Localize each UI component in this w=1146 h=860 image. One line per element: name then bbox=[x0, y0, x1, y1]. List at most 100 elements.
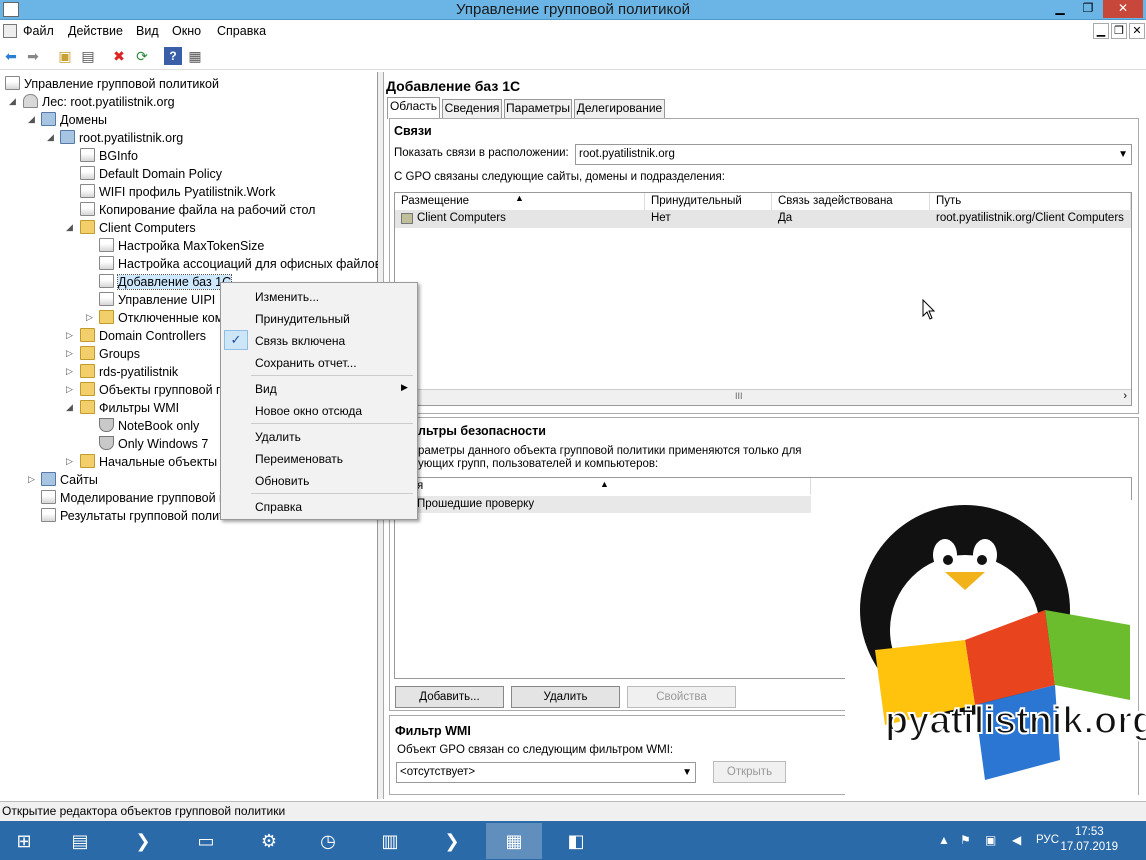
expand-arrow-icon[interactable]: ▷ bbox=[28, 474, 35, 485]
mdi-restore-button[interactable]: ❐ bbox=[1111, 23, 1127, 39]
wmi-filter-select[interactable]: <отсутствует> ▼ bbox=[396, 762, 696, 783]
expand-arrow-icon[interactable]: ▷ bbox=[66, 330, 73, 341]
properties-icon[interactable]: ▦ bbox=[186, 47, 204, 65]
tree-wmi-filter[interactable]: Only Windows 7 bbox=[99, 435, 208, 453]
menu-item-new-window[interactable]: Новое окно отсюда bbox=[255, 404, 362, 418]
mdi-close-button[interactable]: ✕ bbox=[1129, 23, 1145, 39]
tree-gpo-link[interactable]: Копирование файла на рабочий стол bbox=[80, 201, 315, 219]
clock[interactable]: 17:53 17.07.2019 bbox=[1060, 825, 1118, 855]
table-row[interactable]: Client Computers Нет Да root.pyatilistni… bbox=[395, 210, 1131, 228]
menu-item-enforced[interactable]: Принудительный bbox=[255, 312, 350, 326]
menu-action[interactable]: Действие bbox=[68, 24, 123, 38]
tree-gpo-container[interactable]: Объекты групповой п bbox=[80, 381, 223, 399]
tree-wmi-filter[interactable]: NoteBook only bbox=[99, 417, 199, 435]
scroll-right-icon[interactable]: › bbox=[1123, 390, 1127, 402]
network-icon[interactable]: ⚙ bbox=[241, 823, 297, 859]
system-menu-icon[interactable] bbox=[3, 24, 17, 38]
remove-button[interactable]: Удалить bbox=[511, 686, 620, 708]
tab-details[interactable]: Сведения bbox=[442, 99, 502, 118]
tree-domain[interactable]: root.pyatilistnik.org bbox=[60, 129, 183, 147]
tree-gpo-link[interactable]: Управление UIPI bbox=[99, 291, 215, 309]
tree-gpo-link[interactable]: Настройка MaxTokenSize bbox=[99, 237, 264, 255]
notepad-icon[interactable]: ◧ bbox=[548, 823, 604, 859]
expand-arrow-icon[interactable]: ▷ bbox=[86, 312, 93, 323]
table-row[interactable]: Прошедшие проверку bbox=[395, 496, 811, 513]
menu-window[interactable]: Окно bbox=[172, 24, 201, 38]
tree-wmi-filters[interactable]: Фильтры WMI bbox=[80, 399, 179, 417]
tab-scope[interactable]: Область bbox=[387, 97, 440, 119]
forward-arrow-icon[interactable]: ➡ bbox=[24, 47, 42, 65]
column-header[interactable]: Путь bbox=[930, 193, 1131, 210]
menu-help[interactable]: Справка bbox=[217, 24, 266, 38]
column-header[interactable]: Связь задействована bbox=[772, 193, 930, 210]
open-button[interactable]: Открыть bbox=[713, 761, 786, 783]
tree-gpo-link[interactable]: Default Domain Policy bbox=[80, 165, 222, 183]
links-location-select[interactable]: root.pyatilistnik.org ▼ bbox=[575, 144, 1132, 165]
input-language[interactable]: РУС bbox=[1036, 834, 1059, 846]
tree-ou[interactable]: Domain Controllers bbox=[80, 327, 206, 345]
tree-gpo-link[interactable]: Настройка ассоциаций для офисных файлов bbox=[99, 255, 381, 273]
mdi-minimize-button[interactable]: ▁ bbox=[1093, 23, 1109, 39]
collapse-arrow-icon[interactable]: ◢ bbox=[66, 402, 73, 413]
menu-item-refresh[interactable]: Обновить bbox=[255, 474, 309, 488]
file-explorer-icon[interactable]: ▭ bbox=[178, 823, 234, 859]
menu-item-save-report[interactable]: Сохранить отчет... bbox=[255, 356, 357, 370]
expand-arrow-icon[interactable]: ▷ bbox=[66, 366, 73, 377]
tree-ou-client-computers[interactable]: Client Computers bbox=[80, 219, 196, 237]
tree-gpo-link-selected[interactable]: Добавление баз 1С bbox=[99, 273, 233, 291]
collapse-arrow-icon[interactable]: ◢ bbox=[28, 114, 35, 125]
tab-settings[interactable]: Параметры bbox=[504, 99, 572, 118]
tree-root[interactable]: Управление групповой политикой bbox=[5, 75, 219, 93]
security-flag-icon[interactable]: ⚑ bbox=[960, 833, 971, 847]
menu-file[interactable]: Файл bbox=[23, 24, 54, 38]
volume-icon[interactable]: ◀ bbox=[1012, 833, 1021, 847]
minimize-button[interactable]: ▁ bbox=[1047, 0, 1073, 18]
horizontal-scrollbar[interactable]: III › bbox=[395, 389, 1131, 405]
column-header[interactable]: Принудительный bbox=[645, 193, 772, 210]
tree-sites[interactable]: Сайты bbox=[41, 471, 98, 489]
refresh-icon[interactable]: ⟳ bbox=[133, 47, 151, 65]
tray-expand-icon[interactable]: ▲ bbox=[938, 833, 950, 847]
network-tray-icon[interactable]: ▣ bbox=[985, 833, 996, 847]
tree-ou[interactable]: Отключенные ком bbox=[99, 309, 223, 327]
close-button[interactable]: ✕ bbox=[1103, 0, 1143, 18]
tree-starter-gpos[interactable]: Начальные объекты г bbox=[80, 453, 225, 471]
start-button[interactable]: ⊞ bbox=[0, 823, 48, 859]
menu-view[interactable]: Вид bbox=[136, 24, 159, 38]
tree-forest[interactable]: Лес: root.pyatilistnik.org bbox=[23, 93, 175, 111]
task-scheduler-icon[interactable]: ◷ bbox=[300, 823, 356, 859]
expand-arrow-icon[interactable]: ▷ bbox=[66, 384, 73, 395]
books-icon[interactable]: ▥ bbox=[362, 823, 418, 859]
add-button[interactable]: Добавить... bbox=[395, 686, 504, 708]
expand-arrow-icon[interactable]: ▷ bbox=[66, 348, 73, 359]
tree-gpo-link[interactable]: WIFI профиль Pyatilistnik.Work bbox=[80, 183, 276, 201]
tab-delegation[interactable]: Делегирование bbox=[574, 99, 665, 118]
menu-item-rename[interactable]: Переименовать bbox=[255, 452, 343, 466]
collapse-arrow-icon[interactable]: ◢ bbox=[9, 96, 16, 107]
menu-item-edit[interactable]: Изменить... bbox=[255, 290, 319, 304]
help-icon[interactable]: ? bbox=[164, 47, 182, 65]
powershell-icon[interactable]: ❯ bbox=[424, 823, 480, 859]
expand-arrow-icon[interactable]: ▷ bbox=[66, 456, 73, 467]
menu-item-view[interactable]: Вид bbox=[255, 382, 277, 396]
tree-results[interactable]: Результаты групповой полит bbox=[41, 507, 225, 525]
tree-domains[interactable]: Домены bbox=[41, 111, 107, 129]
tree-ou[interactable]: rds-pyatilistnik bbox=[80, 363, 178, 381]
server-manager-icon[interactable]: ▤ bbox=[52, 823, 108, 859]
tree-gpo-link[interactable]: BGInfo bbox=[80, 147, 138, 165]
delete-icon[interactable]: ✖ bbox=[110, 47, 128, 65]
show-hide-tree-icon[interactable]: ▤ bbox=[79, 47, 97, 65]
menu-item-help[interactable]: Справка bbox=[255, 500, 302, 514]
collapse-arrow-icon[interactable]: ◢ bbox=[47, 132, 54, 143]
properties-button[interactable]: Свойства bbox=[627, 686, 736, 708]
tree-modeling[interactable]: Моделирование групповой п bbox=[41, 489, 226, 507]
collapse-arrow-icon[interactable]: ◢ bbox=[66, 222, 73, 233]
gpmc-taskbar-icon[interactable]: ▦ bbox=[486, 823, 542, 859]
maximize-button[interactable]: ❐ bbox=[1075, 0, 1101, 18]
tree-ou[interactable]: Groups bbox=[80, 345, 140, 363]
menu-item-delete[interactable]: Удалить bbox=[255, 430, 301, 444]
menu-item-link-enabled[interactable]: Связь включена bbox=[255, 334, 345, 348]
back-arrow-icon[interactable]: ⬅ bbox=[2, 47, 20, 65]
up-folder-icon[interactable]: ▣ bbox=[56, 47, 74, 65]
powershell-icon[interactable]: ❯ bbox=[115, 823, 171, 859]
